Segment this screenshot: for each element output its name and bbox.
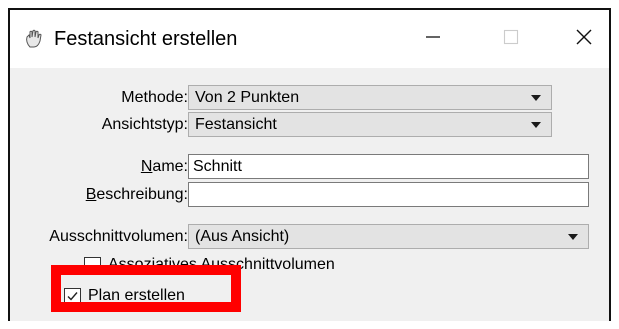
festansicht-dialog: Festansicht erstellen Methode: Von 2 Pun… bbox=[8, 8, 611, 321]
name-input[interactable]: Schnitt bbox=[188, 154, 589, 179]
name-label: Name: bbox=[141, 157, 188, 177]
window-title: Festansicht erstellen bbox=[54, 28, 238, 50]
name-label-rest: ame: bbox=[152, 158, 188, 175]
chevron-down-icon bbox=[531, 95, 541, 101]
minimize-icon bbox=[425, 29, 441, 50]
assoziatives-checkbox-row[interactable]: Assoziatives Ausschnittvolumen bbox=[84, 254, 335, 276]
minimize-button[interactable] bbox=[407, 14, 459, 64]
checkmark-icon bbox=[67, 291, 78, 301]
plan-erstellen-checkbox[interactable] bbox=[64, 287, 81, 305]
ausschnittvolumen-value: (Aus Ansicht) bbox=[195, 228, 290, 245]
title-bar[interactable]: Festansicht erstellen bbox=[10, 10, 609, 68]
ansichtstyp-value: Festansicht bbox=[195, 116, 277, 133]
name-label-accesskey: N bbox=[140, 158, 153, 175]
app-hand-icon bbox=[24, 29, 44, 49]
methode-combobox[interactable]: Von 2 Punkten bbox=[188, 85, 552, 110]
maximize-icon bbox=[503, 29, 519, 50]
plan-erstellen-checkbox-row[interactable]: Plan erstellen bbox=[64, 285, 185, 307]
assoziatives-checkbox[interactable] bbox=[84, 256, 101, 274]
beschreibung-label-rest: eschreibung: bbox=[96, 186, 188, 203]
close-icon bbox=[575, 28, 593, 51]
chevron-down-icon bbox=[568, 234, 578, 240]
ansichtstyp-label: Ansichtstyp: bbox=[101, 116, 188, 133]
chevron-down-icon bbox=[531, 122, 541, 128]
ansichtstyp-combobox[interactable]: Festansicht bbox=[188, 112, 552, 137]
plan-erstellen-label: Plan erstellen bbox=[88, 287, 185, 304]
methode-value: Von 2 Punkten bbox=[195, 89, 300, 106]
methode-label: Methode: bbox=[121, 89, 188, 106]
dialog-form: Methode: Von 2 Punkten Ansichtstyp: Fest… bbox=[10, 68, 609, 321]
beschreibung-label-accesskey: B bbox=[85, 186, 97, 203]
ausschnittvolumen-label: Ausschnittvolumen: bbox=[49, 228, 188, 245]
beschreibung-label: Beschreibung: bbox=[86, 185, 188, 205]
close-button[interactable] bbox=[558, 14, 610, 64]
maximize-button[interactable] bbox=[485, 14, 537, 64]
ausschnittvolumen-combobox[interactable]: (Aus Ansicht) bbox=[188, 224, 589, 249]
assoziatives-label: Assoziatives Ausschnittvolumen bbox=[108, 256, 335, 273]
beschreibung-input[interactable] bbox=[188, 182, 589, 207]
